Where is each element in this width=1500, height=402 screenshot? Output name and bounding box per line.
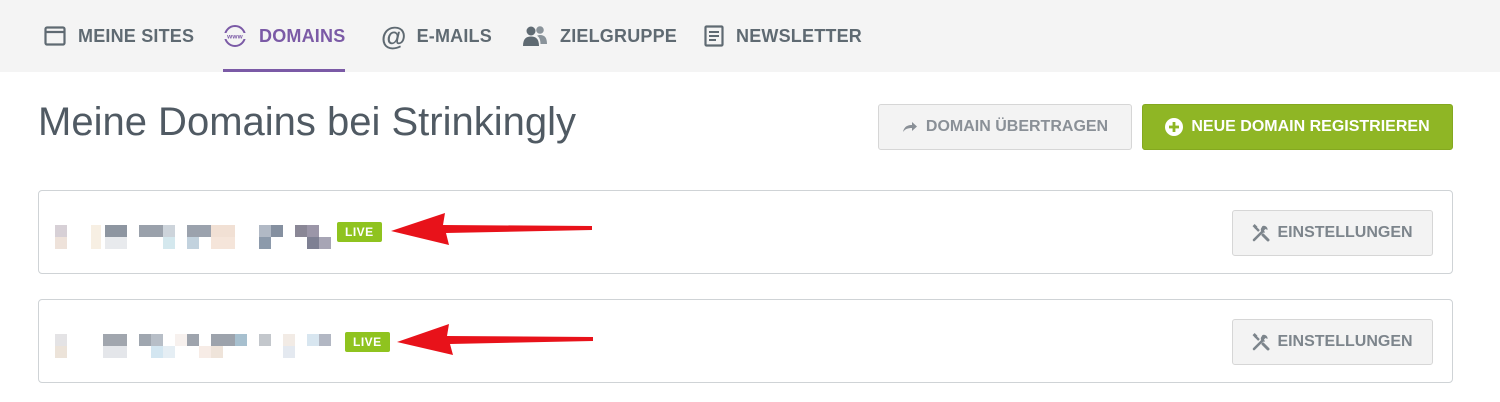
domain-card: LIVE EINSTELLUNGEN [38, 299, 1453, 383]
tools-icon [1252, 333, 1270, 351]
domain-card: LIVE EINSTELLUNGEN [38, 190, 1453, 274]
top-navigation: MEINE SITES www DOMAINS @ E-MAILS ZIELGR… [0, 0, 1500, 72]
tab-label: E-MAILS [416, 25, 492, 46]
users-icon [522, 25, 548, 47]
tab-label: NEWSLETTER [736, 25, 862, 46]
at-sign-icon: @ [381, 20, 407, 51]
browser-window-icon [44, 26, 66, 46]
blurred-domain-name [55, 217, 333, 251]
red-arrow-annotation [391, 213, 592, 245]
tab-label: MEINE SITES [78, 25, 195, 46]
settings-label: EINSTELLUNGEN [1277, 333, 1413, 350]
tab-domains[interactable]: www DOMAINS [223, 0, 346, 72]
register-domain-label: NEUE DOMAIN REGISTRIEREN [1191, 118, 1430, 135]
www-icon: www [223, 24, 247, 48]
tab-newsletter[interactable]: NEWSLETTER [704, 0, 862, 72]
blurred-domain-name [55, 326, 343, 360]
live-status-badge: LIVE [345, 332, 390, 352]
red-arrow-annotation [397, 324, 593, 355]
tab-zielgruppe[interactable]: ZIELGRUPPE [522, 0, 677, 72]
register-domain-button[interactable]: NEUE DOMAIN REGISTRIEREN [1142, 104, 1453, 150]
tab-e-mails[interactable]: @ E-MAILS [381, 0, 492, 72]
share-arrow-icon [902, 121, 918, 133]
tab-label: ZIELGRUPPE [560, 25, 678, 46]
transfer-domain-label: DOMAIN ÜBERTRAGEN [925, 118, 1109, 135]
live-status-badge: LIVE [337, 222, 382, 242]
plus-circle-icon [1165, 118, 1184, 136]
svg-text:www: www [226, 33, 244, 40]
transfer-domain-button[interactable]: DOMAIN ÜBERTRAGEN [878, 104, 1132, 150]
page-title: Meine Domains bei Strinkingly [38, 100, 577, 144]
settings-label: EINSTELLUNGEN [1277, 224, 1413, 241]
tab-meine-sites[interactable]: MEINE SITES [44, 0, 194, 72]
tools-icon [1252, 224, 1270, 242]
tab-label: DOMAINS [259, 25, 346, 46]
settings-button[interactable]: EINSTELLUNGEN [1232, 319, 1433, 365]
newsletter-icon [704, 25, 724, 47]
settings-button[interactable]: EINSTELLUNGEN [1232, 210, 1433, 256]
